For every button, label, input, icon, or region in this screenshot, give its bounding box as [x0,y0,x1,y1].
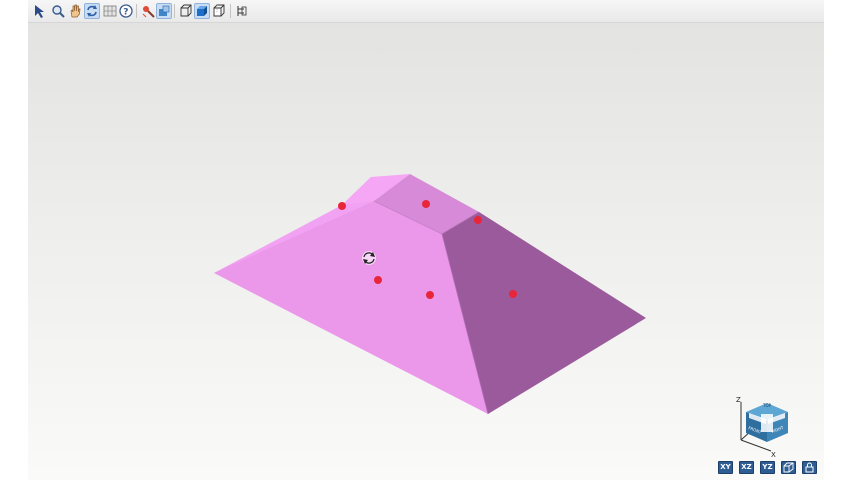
orientation-cube-widget[interactable]: Z Y X TOP FRONT RIGHT [736,396,788,459]
select-arrow-icon[interactable] [32,3,48,19]
vertex-point[interactable] [374,276,382,284]
model-scene: Z Y X TOP FRONT RIGHT [214,174,788,459]
help-icon[interactable]: ? [118,3,134,19]
measure-probe-icon[interactable] [140,3,156,19]
toolbar-separator [136,4,137,18]
rotate-view-icon[interactable] [84,3,100,19]
vertex-point[interactable] [474,216,482,224]
hidden-line-cube-icon[interactable] [211,3,227,19]
pan-hand-icon[interactable] [67,3,83,19]
export-icon[interactable] [234,3,250,19]
shaded-cube-icon[interactable] [194,3,210,19]
zoom-magnifier-icon[interactable] [50,3,66,19]
rotate-cursor-icon [362,251,376,265]
toolbar-separator [230,4,231,18]
toolbar-separator [174,4,175,18]
cad-viewer-window: Z Y X TOP FRONT RIGHT ? [0,0,853,480]
svg-text:?: ? [123,8,128,18]
view-yz-button[interactable]: YZ [760,461,775,474]
view-iso-cube-icon[interactable] [781,461,796,474]
section-box-icon[interactable] [156,3,172,19]
view-lock-icon[interactable] [802,461,817,474]
vertex-point[interactable] [338,202,346,210]
cube-top-label: TOP [762,403,772,408]
z-axis-label: Z [736,396,741,404]
vertex-point[interactable] [509,290,517,298]
view-xz-button[interactable]: XZ [739,461,754,474]
vertex-point[interactable] [422,200,430,208]
x-axis-label: X [771,451,776,459]
view-xy-button[interactable]: XY [718,461,733,474]
wireframe-cube-icon[interactable] [178,3,194,19]
vertex-point[interactable] [426,291,434,299]
fit-grid-icon[interactable] [102,3,118,19]
